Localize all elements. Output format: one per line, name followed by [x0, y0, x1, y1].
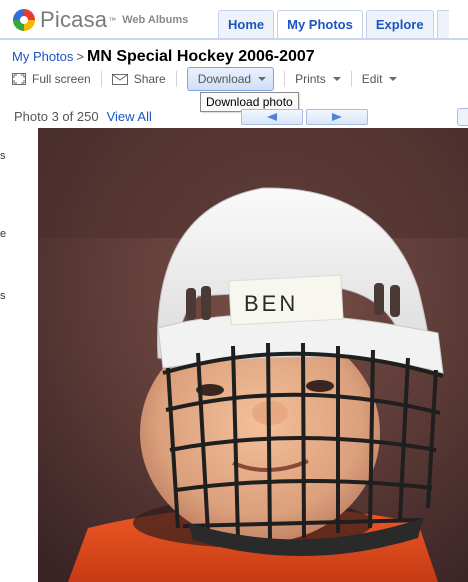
tab-overflow: [436, 10, 449, 38]
toolbar-divider: [100, 71, 102, 87]
view-all-link[interactable]: View All: [107, 109, 152, 124]
full-screen-icon: [12, 73, 26, 85]
share-label: Share: [133, 72, 166, 86]
tab-my-photos[interactable]: My Photos: [277, 10, 363, 38]
chevron-down-icon: [258, 77, 267, 81]
photo-counter: Photo 3 of 250 View All: [14, 109, 152, 124]
main-tabs: Home My Photos Explore: [218, 10, 449, 38]
toolbar-divider: [175, 71, 177, 87]
arrow-left-icon: [267, 113, 277, 121]
full-screen-button[interactable]: Full screen: [12, 68, 91, 90]
clipped-text-fragment: e: [0, 228, 7, 240]
edit-label: Edit: [361, 72, 383, 86]
toolbar-divider: [350, 71, 352, 87]
chevron-down-icon: [332, 77, 341, 81]
breadcrumb: My Photos > MN Special Hockey 2006-2007: [12, 48, 315, 66]
envelope-icon: [111, 73, 128, 85]
tab-underline: [0, 38, 468, 40]
picasa-pinwheel-icon: [13, 9, 35, 31]
photo-count-text: Photo 3 of 250: [14, 109, 99, 124]
toolbar-divider: [284, 71, 286, 87]
slideshow-button[interactable]: [457, 108, 468, 126]
logo-wordmark: Picasa: [40, 7, 108, 32]
photo-toolbar: Full screen Share Download Prints Edit: [12, 67, 398, 91]
page-title: MN Special Hockey 2006-2007: [87, 48, 315, 65]
prints-label: Prints: [295, 72, 326, 86]
share-button[interactable]: Share: [111, 68, 166, 90]
clipped-text-fragment: s: [0, 290, 6, 302]
clipped-text-fragment: s: [0, 150, 6, 162]
chevron-down-icon: [389, 77, 398, 81]
helmet-name-label: BEN: [244, 291, 298, 316]
picasa-logo[interactable]: Picasa ™ Web Albums: [12, 4, 188, 36]
logo-trademark: ™: [108, 15, 117, 25]
tab-explore[interactable]: Explore: [365, 10, 434, 38]
arrow-right-icon: [332, 113, 342, 121]
download-button[interactable]: Download: [186, 67, 275, 91]
tab-home[interactable]: Home: [218, 10, 275, 38]
prints-button[interactable]: Prints: [295, 68, 341, 90]
edit-button[interactable]: Edit: [362, 68, 398, 90]
breadcrumb-separator: >: [76, 49, 85, 64]
logo-subtitle: Web Albums: [122, 14, 189, 26]
breadcrumb-my-photos-link[interactable]: My Photos: [12, 49, 73, 64]
full-screen-label: Full screen: [32, 72, 91, 86]
hockey-player-photo: BEN: [38, 128, 468, 582]
main-photo[interactable]: BEN: [38, 128, 468, 582]
next-photo-button[interactable]: [306, 109, 368, 125]
previous-photo-button[interactable]: [241, 109, 303, 125]
download-label: Download: [197, 72, 252, 86]
